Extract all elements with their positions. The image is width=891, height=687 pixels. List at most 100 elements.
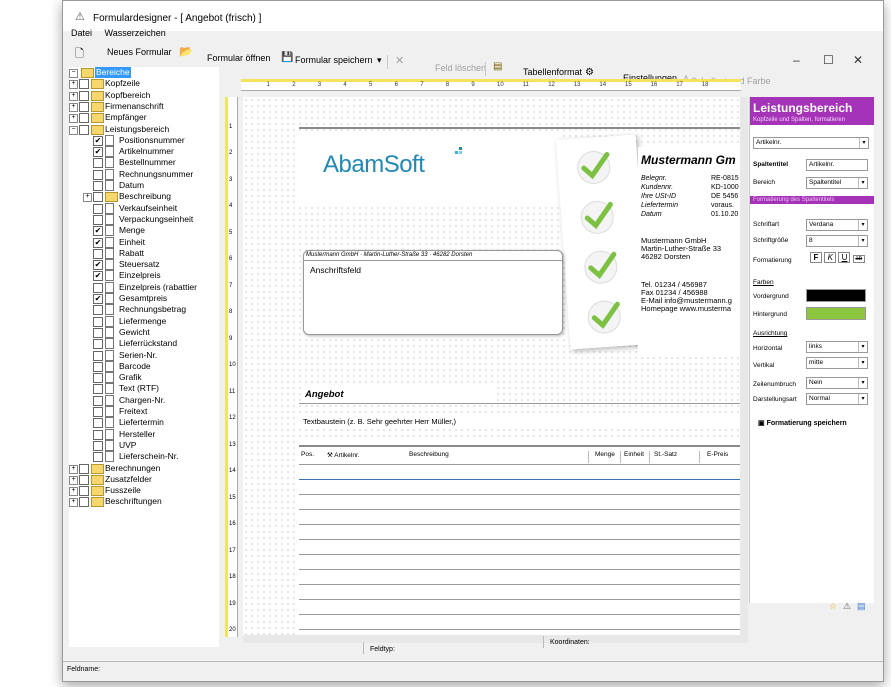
checkbox[interactable] bbox=[93, 407, 103, 417]
checkbox[interactable] bbox=[93, 361, 103, 372]
checkbox[interactable] bbox=[93, 440, 103, 451]
tree-item[interactable]: Menge bbox=[119, 225, 145, 236]
checkbox[interactable]: ✔ bbox=[93, 260, 103, 271]
new-doc-icon[interactable]: 🗋 bbox=[75, 45, 84, 64]
expand-toggle[interactable]: + bbox=[69, 80, 78, 90]
tree-item[interactable]: Kopfzeile bbox=[105, 78, 140, 89]
tree-item[interactable]: Lieferrückstand bbox=[119, 338, 177, 349]
tree-item[interactable]: Steuersatz bbox=[119, 259, 160, 270]
tree-item[interactable]: Rabatt bbox=[119, 248, 144, 259]
underline-button[interactable]: U bbox=[838, 252, 851, 263]
tree-item[interactable]: Barcode bbox=[119, 361, 151, 372]
checkbox[interactable]: ✔ bbox=[93, 271, 103, 282]
vertical-scrollbar[interactable] bbox=[740, 97, 748, 635]
tree-item[interactable]: Gewicht bbox=[119, 327, 150, 338]
open-folder-icon[interactable]: 📂 bbox=[179, 45, 193, 58]
tree-item[interactable]: Text (RTF) bbox=[119, 383, 159, 394]
field-select[interactable]: Artikelnr. ▾ bbox=[753, 137, 869, 149]
checkbox[interactable] bbox=[79, 101, 89, 112]
checkbox[interactable]: ✔ bbox=[93, 294, 103, 304]
checkbox[interactable] bbox=[79, 79, 89, 90]
tree-item[interactable]: Einheit bbox=[119, 237, 145, 248]
tree-item[interactable]: Beschreibung bbox=[119, 191, 171, 202]
checkbox[interactable] bbox=[93, 395, 103, 406]
expand-toggle[interactable]: + bbox=[69, 475, 78, 485]
strike-button[interactable]: ab bbox=[852, 255, 865, 263]
checkbox[interactable] bbox=[93, 214, 103, 225]
table-icon[interactable]: ▤ bbox=[493, 61, 502, 72]
tree-item[interactable]: Leistungsbereich bbox=[105, 124, 169, 135]
schriftgroesse-select[interactable]: 8 ▾ bbox=[806, 235, 868, 247]
tree-item[interactable]: Verpackungseinheit bbox=[119, 214, 193, 225]
star-icon[interactable]: ☆ bbox=[829, 601, 837, 612]
checkbox[interactable] bbox=[93, 169, 103, 180]
tree-item[interactable]: Rechnungsnummer bbox=[119, 169, 193, 180]
checkbox[interactable] bbox=[93, 158, 103, 169]
delete-field-button[interactable]: Feld löschen bbox=[435, 63, 486, 73]
chevron-down-icon[interactable]: ▾ bbox=[377, 55, 382, 66]
tree-item[interactable]: Liefermenge bbox=[119, 316, 166, 327]
menu-datei[interactable]: Datei bbox=[71, 28, 92, 38]
horizontal-select[interactable]: links ▾ bbox=[806, 341, 868, 353]
warning-icon[interactable]: ⚠ bbox=[843, 601, 851, 612]
checkbox[interactable] bbox=[79, 497, 89, 508]
checkbox[interactable] bbox=[93, 429, 103, 440]
tree-item[interactable]: Datum bbox=[119, 180, 144, 191]
tree-item[interactable]: UVP bbox=[119, 440, 136, 451]
settings-icon[interactable]: ⚙ bbox=[585, 67, 594, 78]
tree-item[interactable]: Zusatzfelder bbox=[105, 474, 152, 485]
checkbox[interactable] bbox=[93, 282, 103, 293]
checkbox[interactable] bbox=[79, 474, 89, 485]
checkbox[interactable] bbox=[93, 327, 103, 338]
checkbox[interactable] bbox=[93, 305, 103, 316]
checkbox[interactable] bbox=[93, 248, 103, 259]
tree-item[interactable]: Liefertermin bbox=[119, 417, 164, 428]
checkbox[interactable]: ✔ bbox=[93, 135, 103, 146]
tree-item[interactable]: Bestellnummer bbox=[119, 157, 176, 168]
positions-table[interactable]: Pos. ⚒ Artikelnr. Beschreibung Menge Einheit… bbox=[299, 441, 740, 635]
expand-toggle[interactable]: + bbox=[69, 102, 78, 112]
checkbox[interactable] bbox=[79, 113, 89, 124]
menu-wasserzeichen[interactable]: Wasserzeichen bbox=[105, 28, 166, 38]
maximize-button[interactable]: ☐ bbox=[823, 53, 834, 67]
new-form-button[interactable]: Neues Formular bbox=[107, 47, 172, 57]
foreground-color-picker[interactable] bbox=[806, 289, 866, 302]
checkbox[interactable] bbox=[93, 418, 103, 429]
checkbox[interactable]: ✔ bbox=[93, 147, 103, 158]
expand-toggle[interactable]: + bbox=[69, 91, 78, 101]
save-form-button[interactable]: Formular speichern bbox=[295, 55, 373, 65]
expand-toggle[interactable]: + bbox=[83, 193, 92, 203]
save-icon[interactable]: 💾 bbox=[281, 52, 293, 63]
delete-x-icon[interactable]: ✕ bbox=[395, 54, 404, 67]
tree-item[interactable]: Kopfbereich bbox=[105, 90, 150, 101]
italic-button[interactable]: K bbox=[824, 252, 837, 263]
save-format-button[interactable]: ▣ Formatierung speichern bbox=[758, 419, 847, 427]
checkbox[interactable]: ✔ bbox=[93, 237, 103, 248]
tree-item[interactable]: Serien-Nr. bbox=[119, 350, 157, 361]
tree-item[interactable]: Chargen-Nr. bbox=[119, 395, 165, 406]
checkbox[interactable] bbox=[93, 192, 103, 203]
tree-item[interactable]: Firmenanschrift bbox=[105, 101, 164, 112]
tree-item[interactable]: Fusszeile bbox=[105, 485, 141, 496]
minimize-button[interactable]: – bbox=[793, 53, 800, 67]
tree-item[interactable]: Einzelpreis (rabattier bbox=[119, 282, 197, 293]
design-canvas[interactable]: AbamSoft Mustermann Gm Belegnr. RE-0815 Ku… bbox=[243, 97, 740, 635]
expand-toggle[interactable]: + bbox=[69, 487, 78, 497]
bold-button[interactable]: F bbox=[810, 252, 822, 263]
expand-toggle[interactable]: + bbox=[69, 114, 78, 124]
table-format-button[interactable]: Tabellenformat bbox=[523, 67, 582, 77]
bereich-select[interactable]: Spaltentitel ▾ bbox=[806, 177, 868, 189]
tree-item[interactable]: Positionsnummer bbox=[119, 135, 185, 146]
checkbox[interactable] bbox=[79, 124, 89, 135]
checkbox[interactable] bbox=[93, 316, 103, 327]
tree-item[interactable]: Berechnungen bbox=[105, 463, 160, 474]
darstellungsart-select[interactable]: Normal ▾ bbox=[806, 393, 868, 405]
checkbox[interactable] bbox=[79, 463, 89, 474]
checkbox[interactable]: ✔ bbox=[93, 226, 103, 237]
expand-toggle[interactable]: − bbox=[69, 69, 78, 78]
address-box[interactable]: Mustermann GmbH · Martin-Luther-Straße 3… bbox=[303, 250, 563, 335]
tree-item[interactable]: Einzelpreis bbox=[119, 270, 161, 281]
checkbox[interactable] bbox=[93, 350, 103, 361]
checkbox[interactable] bbox=[93, 203, 103, 214]
help-icon[interactable]: ▤ bbox=[857, 601, 866, 612]
